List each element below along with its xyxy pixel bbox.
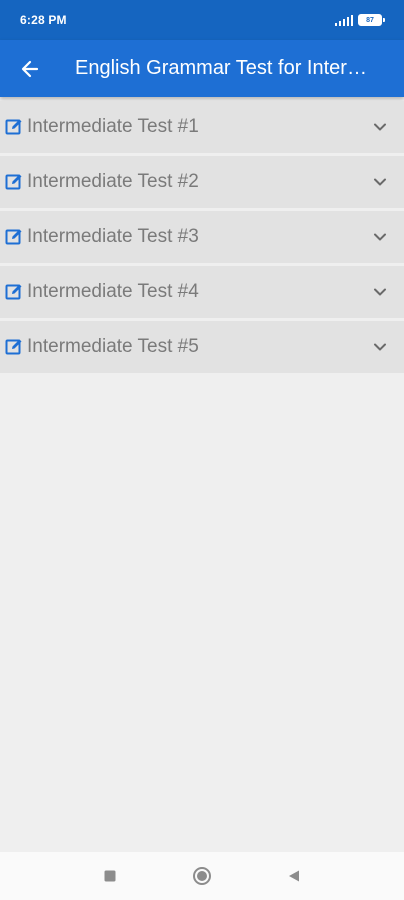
list-item-test-4[interactable]: Intermediate Test #4 <box>0 266 404 318</box>
test-label: Intermediate Test #5 <box>27 336 199 357</box>
edit-icon <box>4 337 24 357</box>
battery-icon: 87 <box>358 14 385 26</box>
nav-home-button[interactable] <box>156 852 248 900</box>
list-item-test-5[interactable]: Intermediate Test #5 <box>0 321 404 373</box>
circle-icon <box>193 867 211 885</box>
edit-icon <box>4 227 24 247</box>
edit-icon <box>4 282 24 302</box>
chevron-down-icon[interactable] <box>372 284 388 300</box>
app-bar: English Grammar Test for Inter… <box>0 40 404 97</box>
chevron-down-icon[interactable] <box>372 339 388 355</box>
list-item-test-1[interactable]: Intermediate Test #1 <box>0 101 404 153</box>
page-title: English Grammar Test for Inter… <box>75 57 367 79</box>
edit-icon <box>4 172 24 192</box>
status-time: 6:28 PM <box>20 13 67 27</box>
test-label: Intermediate Test #2 <box>27 171 199 192</box>
list-item-test-2[interactable]: Intermediate Test #2 <box>0 156 404 208</box>
arrow-left-icon <box>21 60 39 77</box>
nav-back-button[interactable] <box>248 852 340 900</box>
status-icons: 87 <box>335 14 385 26</box>
system-nav-bar <box>0 852 404 900</box>
triangle-back-icon <box>289 870 299 882</box>
test-label: Intermediate Test #4 <box>27 281 199 302</box>
chevron-down-icon[interactable] <box>372 174 388 190</box>
status-bar: 6:28 PM 87 <box>0 0 404 40</box>
test-label: Intermediate Test #1 <box>27 116 199 137</box>
edit-icon <box>4 117 24 137</box>
list-item-test-3[interactable]: Intermediate Test #3 <box>0 211 404 263</box>
test-label: Intermediate Test #3 <box>27 226 199 247</box>
signal-icon <box>335 14 353 26</box>
test-list: Intermediate Test #1 Intermediate Test #… <box>0 97 404 376</box>
chevron-down-icon[interactable] <box>372 119 388 135</box>
back-button[interactable] <box>0 40 60 97</box>
chevron-down-icon[interactable] <box>372 229 388 245</box>
square-icon <box>104 870 116 882</box>
nav-recents-button[interactable] <box>64 852 156 900</box>
